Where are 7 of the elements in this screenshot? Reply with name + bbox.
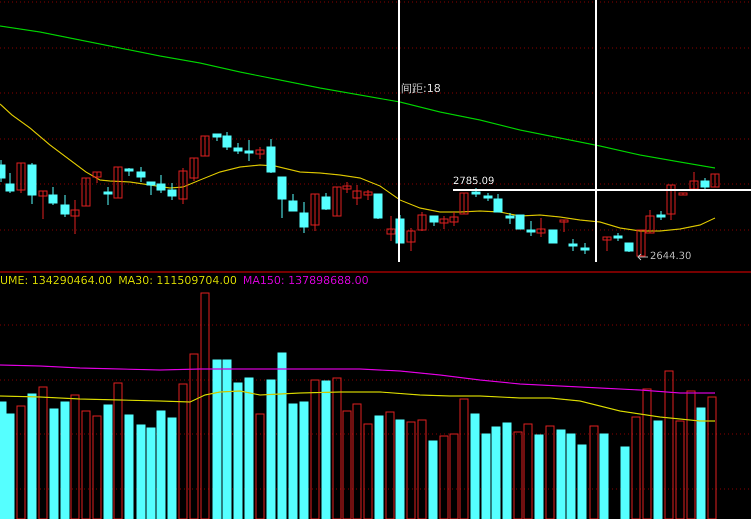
left-arrow-icon [637, 252, 649, 260]
legend-label: MA30: 111509704.00 [118, 273, 237, 290]
distance-label: 间距:18 [401, 82, 441, 96]
legend-label: UME: 134290464.00 [0, 273, 112, 290]
high-price-label: 2785.09 [453, 175, 494, 188]
low-price-label: 2644.30 [650, 250, 692, 263]
legend-label: MA150: 137898688.00 [242, 273, 369, 290]
